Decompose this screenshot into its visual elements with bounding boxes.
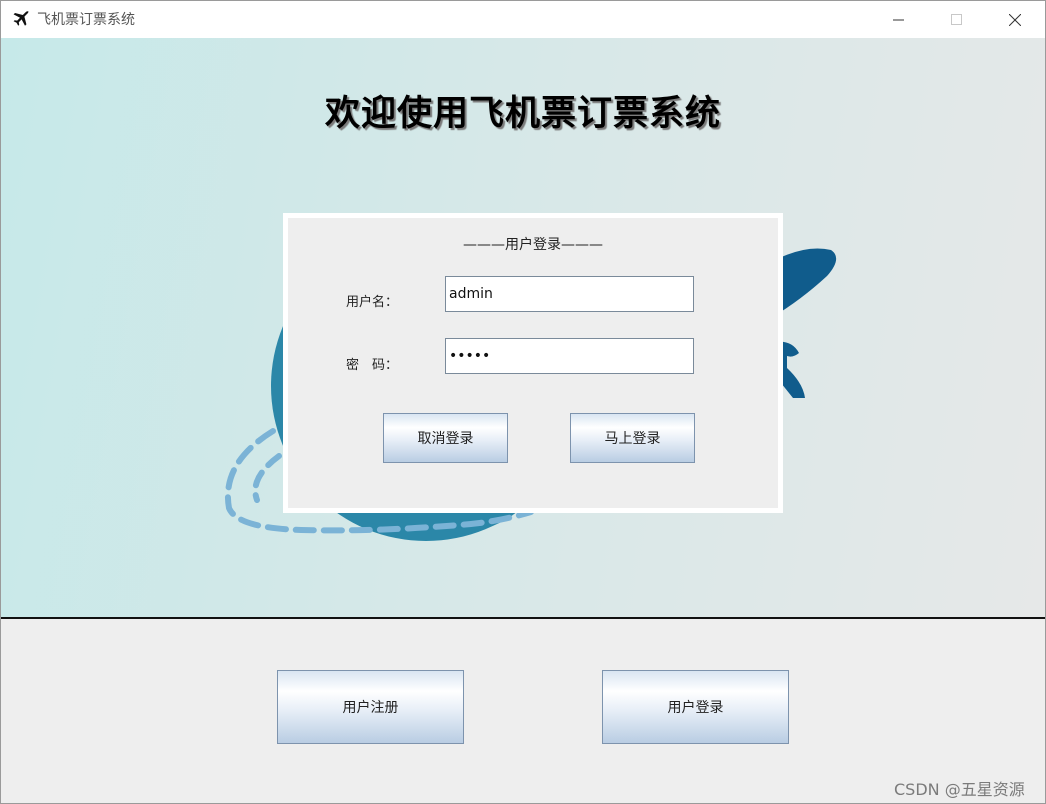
minimize-icon (893, 19, 904, 21)
login-window: 飞机票订票系统 欢迎使用飞机票订票系统 ———用户登录——— 用户名： admi… (0, 0, 1046, 804)
login-now-button[interactable]: 马上登录 (570, 413, 695, 463)
password-input[interactable] (445, 338, 694, 374)
username-label: 用户名： (346, 295, 399, 310)
login-panel-legend: ———用户登录——— (463, 237, 603, 253)
minimize-button[interactable] (876, 1, 922, 38)
window-title: 飞机票订票系统 (37, 12, 135, 28)
register-button[interactable]: 用户注册 (277, 670, 464, 744)
user-login-button[interactable]: 用户登录 (602, 670, 789, 744)
cancel-login-button[interactable]: 取消登录 (383, 413, 508, 463)
csdn-watermark: CSDN @五星资源 (894, 780, 1025, 799)
welcome-title: 欢迎使用飞机票订票系统 (324, 94, 721, 134)
close-icon (1009, 14, 1021, 26)
username-input[interactable] (445, 276, 694, 312)
section-divider (1, 617, 1045, 619)
password-label: 密 码： (346, 358, 399, 373)
login-panel: ———用户登录——— 用户名： 密 码： 取消登录 马上登录 (283, 213, 783, 513)
close-button[interactable] (992, 1, 1038, 38)
airplane-icon (12, 10, 30, 28)
dashed-orbit-inner (252, 453, 282, 503)
title-bar[interactable]: 飞机票订票系统 (1, 1, 1045, 38)
maximize-button[interactable] (934, 1, 980, 38)
maximize-icon (951, 14, 962, 25)
